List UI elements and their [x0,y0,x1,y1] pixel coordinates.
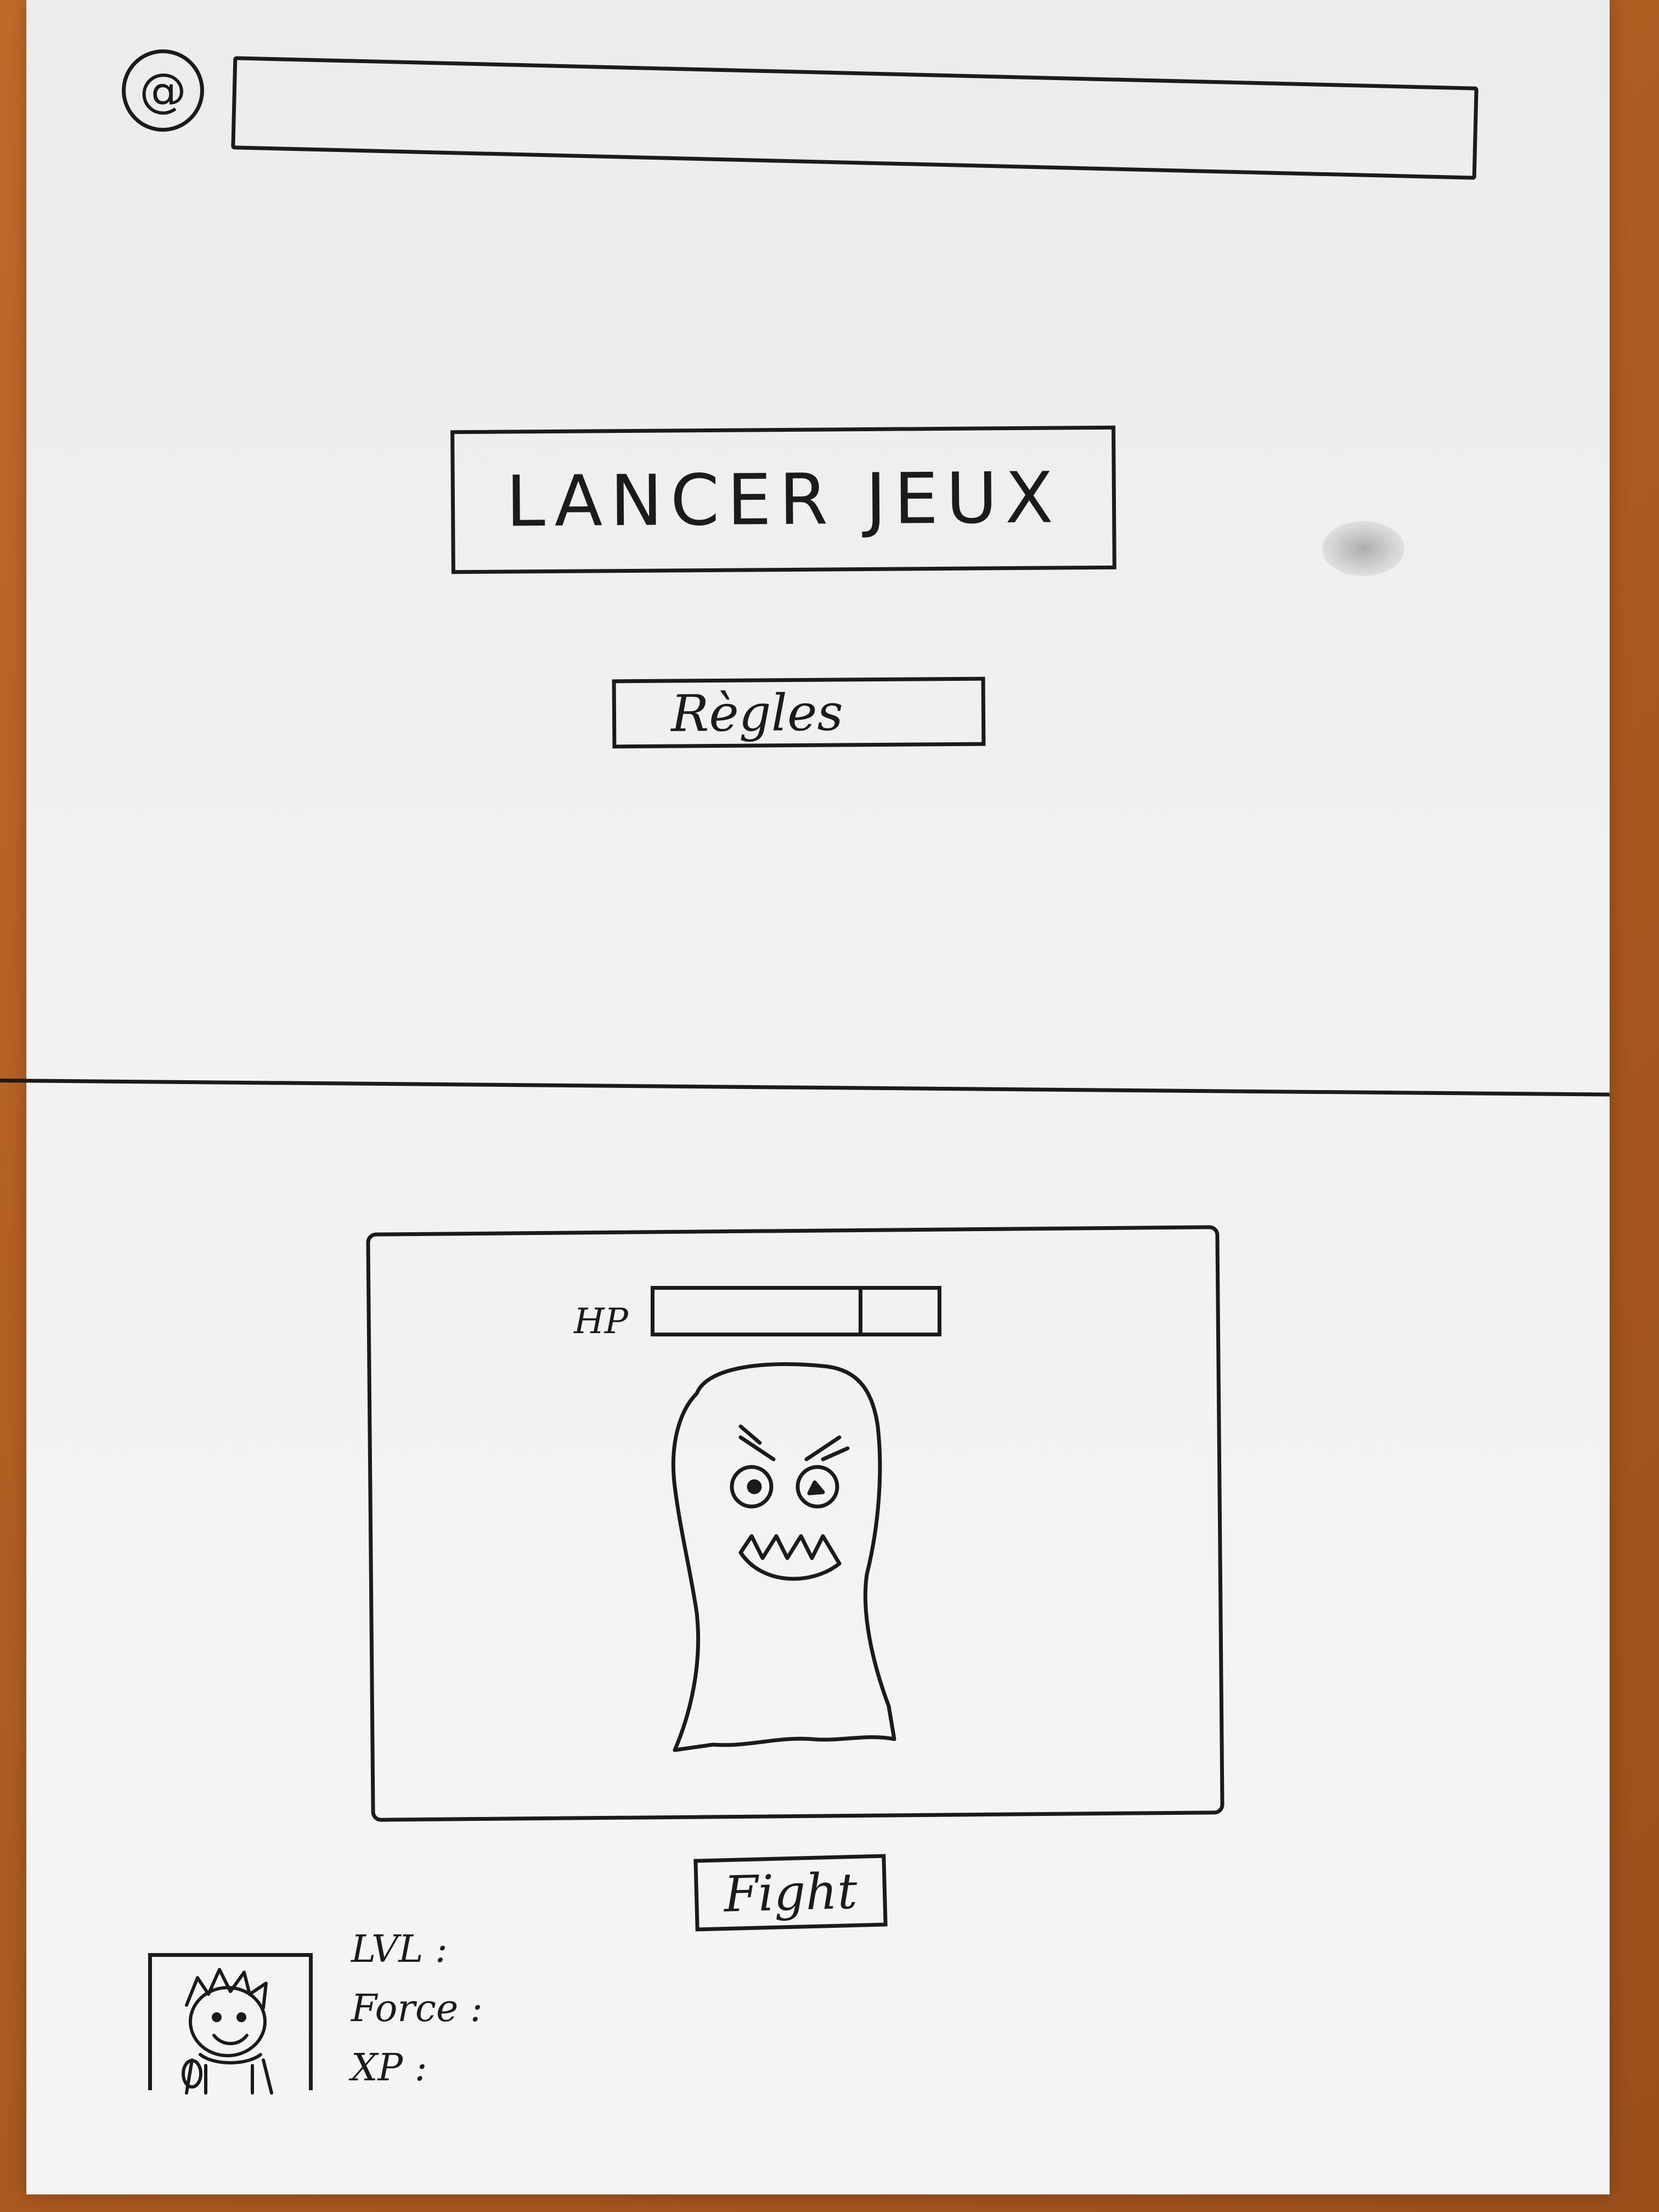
launch-game-button[interactable]: LANCER JEUX [450,425,1116,574]
at-icon: @ [122,49,204,132]
rules-button[interactable]: Règles [612,676,986,749]
stat-label: Force [351,1987,459,2030]
stat-force: Force : [351,1987,483,2030]
player-stats: LVL : Force : XP : [351,1920,483,2098]
stat-xp: XP : [351,2046,427,2090]
ink-smudge [1322,521,1404,576]
hp-bar-fill [654,1290,862,1333]
stat-label: LVL [351,1928,424,1971]
stat-label: XP [351,2046,403,2090]
monster-sketch [671,1362,896,1752]
stat-lvl: LVL : [351,1928,448,1971]
player-avatar-sketch [182,1968,273,2095]
hp-bar [651,1286,941,1336]
fight-button[interactable]: Fight [693,1854,888,1932]
hp-label: HP [574,1301,628,1342]
